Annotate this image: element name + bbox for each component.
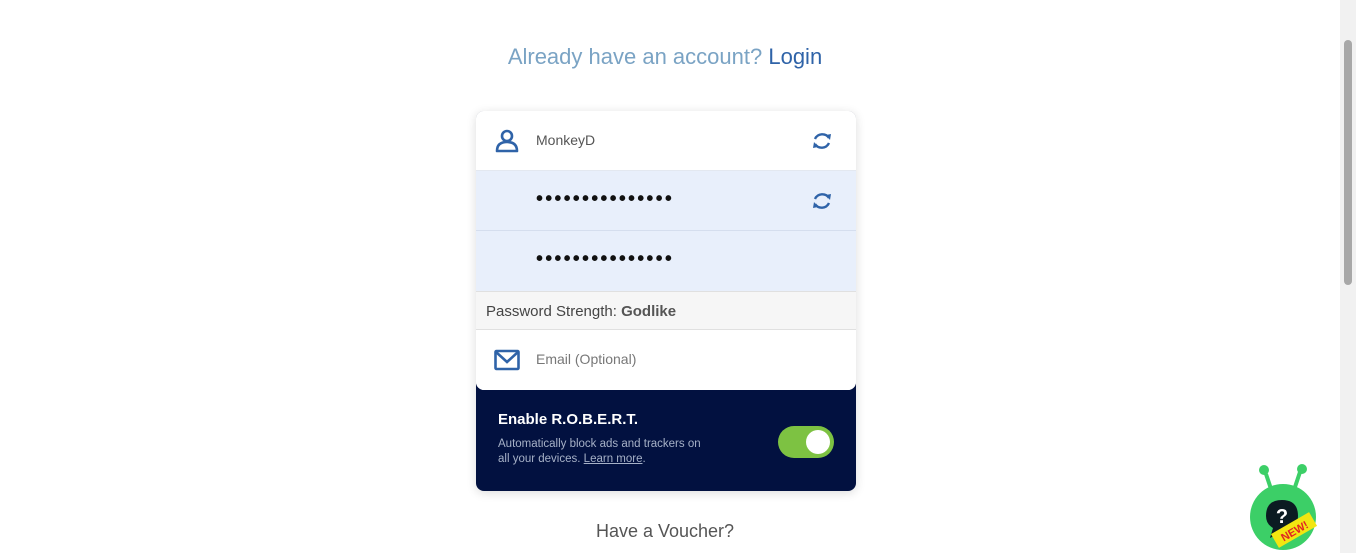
username-row[interactable]: MonkeyD: [476, 111, 856, 171]
user-icon: [495, 129, 519, 153]
mail-icon: [494, 349, 520, 371]
password-strength: Password Strength: Godlike: [476, 291, 856, 330]
strength-text: Password Strength: Godlike: [486, 303, 676, 320]
password-row[interactable]: •••••••••••••••: [476, 171, 856, 231]
signup-form: MonkeyD ••••••••••••••• •••••••••••••••: [476, 111, 856, 390]
scrollbar-track[interactable]: [1340, 0, 1356, 553]
scrollbar-thumb[interactable]: [1344, 40, 1352, 285]
robert-description: Automatically block ads and trackers on …: [498, 437, 708, 467]
strength-label: Password Strength:: [486, 303, 617, 320]
refresh-icon[interactable]: [810, 189, 834, 213]
robert-toggle[interactable]: [778, 426, 834, 458]
login-question: Already have an account?: [507, 44, 763, 69]
password-field[interactable]: •••••••••••••••: [536, 188, 674, 211]
help-bot-icon[interactable]: ? NEW!: [1248, 462, 1320, 553]
email-row[interactable]: Email (Optional): [476, 330, 856, 390]
confirm-password-row[interactable]: •••••••••••••••: [476, 231, 856, 291]
login-link[interactable]: Login: [768, 44, 822, 69]
strength-value: Godlike: [621, 303, 677, 320]
login-prompt: Already have an account? Login: [0, 44, 1330, 70]
robert-title: Enable R.O.B.E.R.T.: [498, 411, 639, 428]
learn-more-link[interactable]: Learn more: [584, 453, 643, 465]
voucher-link[interactable]: Have a Voucher?: [0, 521, 1330, 542]
help-bot-question: ?: [1276, 506, 1288, 528]
refresh-icon[interactable]: [810, 129, 834, 153]
username-field[interactable]: MonkeyD: [536, 132, 595, 148]
period: .: [642, 453, 646, 465]
email-field[interactable]: Email (Optional): [536, 351, 636, 367]
toggle-knob: [806, 430, 830, 454]
signup-card: MonkeyD ••••••••••••••• •••••••••••••••: [476, 111, 856, 491]
confirm-password-field[interactable]: •••••••••••••••: [536, 248, 674, 271]
